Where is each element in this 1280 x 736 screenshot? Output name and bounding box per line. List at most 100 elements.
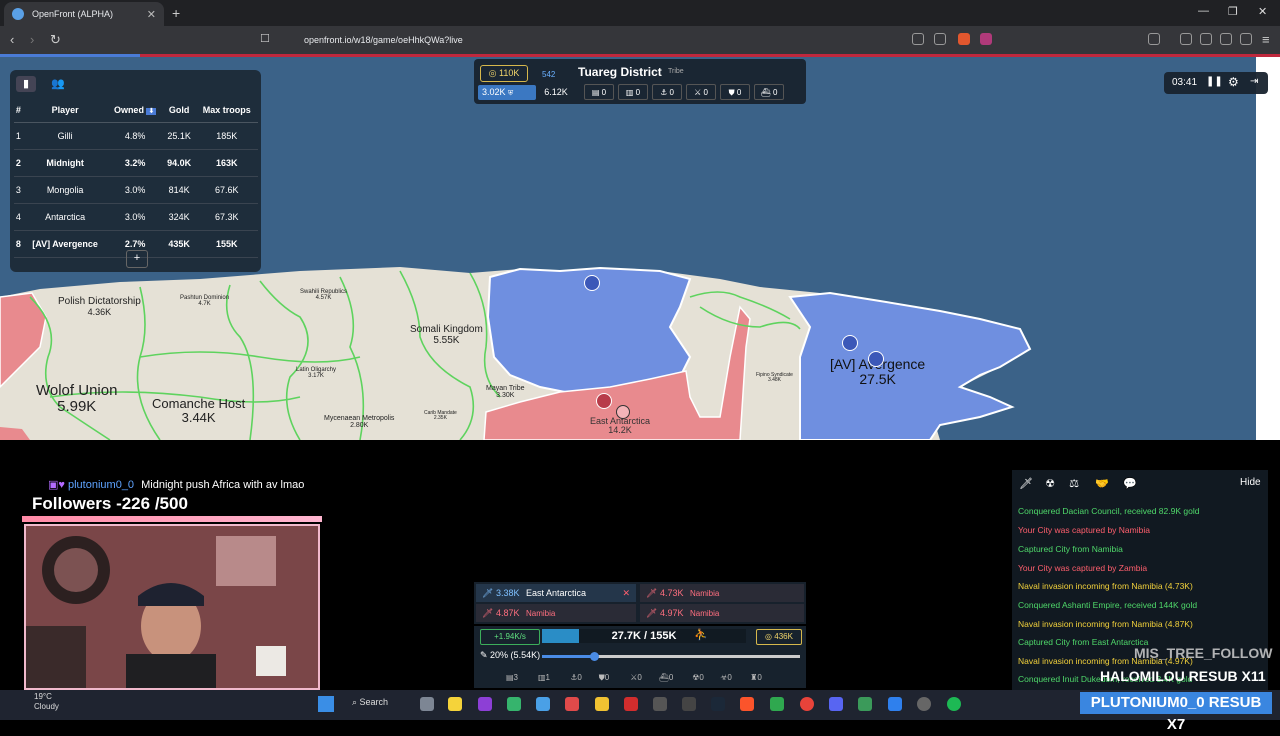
badge-icon: ▣♥ [48,479,65,491]
city-icon[interactable] [868,351,884,367]
table-row[interactable]: 3 Mongolia 3.0% 814K 67.6K [14,176,258,204]
players-icon[interactable]: 👥 [48,76,68,92]
event-item: Captured City from Namibia [1018,544,1123,554]
slider-handle[interactable] [589,652,599,661]
map-label: Carib Mandate 2.35K [424,410,457,422]
pause-icon[interactable]: ❚❚ [1206,76,1223,87]
taskbar-search[interactable]: ⌕ Search [352,697,388,708]
app-icon[interactable] [478,697,492,711]
vpn-icon[interactable] [1240,33,1252,45]
reload-icon[interactable]: ↻ [50,32,61,48]
nuke-filter-icon[interactable]: ☢ [1042,476,1058,492]
attack-ratio-slider[interactable] [542,652,800,661]
warship-count: ⛴ 0 [754,84,784,100]
outgoing-attack[interactable]: 🗡 3.38K East Antarctica ✕ [476,584,636,602]
event-item: Captured City from East Antarctica [1018,637,1149,647]
gold-count: ◎ 436K [756,629,802,645]
event-item: Conquered Ashanti Empire, received 144K … [1018,600,1198,610]
bookmark-icon[interactable]: ☐ [260,32,270,45]
build-city-button[interactable]: ▤3 [500,671,524,685]
build-nuke-button[interactable]: ☢0 [686,671,710,685]
url-field[interactable]: openfront.io/w18/game/oeHhkQWa?live [282,31,1002,49]
exit-icon[interactable]: ⇥ [1250,76,1258,87]
app-icon[interactable] [624,697,638,711]
extensions-icon[interactable] [1180,33,1192,45]
table-row[interactable]: 2 Midnight 3.2% 94.0K 163K [14,149,258,177]
table-row[interactable]: 1 Gilli 4.8% 25.1K 185K [14,122,258,150]
settings-icon[interactable]: ⚙ [1228,75,1239,89]
troop-bar: 27.7K / 155K [542,629,746,643]
build-defense-button[interactable]: ⛊0 [592,671,616,685]
forward-icon[interactable]: › [30,32,34,47]
notes-icon[interactable] [448,697,462,711]
expand-leaderboard-button[interactable]: + [126,250,148,268]
discord-icon[interactable] [829,697,843,711]
build-factory-button[interactable]: ▥1 [532,671,556,685]
attack-icon: 🗡 [482,588,494,598]
app-icon[interactable] [565,697,579,711]
build-warship-button[interactable]: ⛴0 [654,671,678,685]
build-hbomb-button[interactable]: ☣0 [714,671,738,685]
weather-widget[interactable]: 19°C Cloudy [34,692,59,712]
cast-icon[interactable] [912,33,924,45]
col-header[interactable]: Max troops [195,98,258,123]
app-icon[interactable] [536,697,550,711]
browser-tab[interactable]: OpenFront (ALPHA) ✕ [4,2,164,26]
share-icon[interactable] [934,33,946,45]
col-header[interactable]: Player [22,98,108,123]
brave-rewards-icon[interactable] [980,33,992,45]
player-info-panel: ◎ 110K 542 3.02K ⛨ 6.12K Tuareg District… [474,59,806,104]
app-icon[interactable] [682,697,696,711]
build-sam-button[interactable]: ♜0 [744,671,768,685]
build-missile-button[interactable]: ⚔0 [624,671,648,685]
brave-shield-icon[interactable] [958,33,970,45]
chrome-icon[interactable] [800,697,814,711]
incoming-attack[interactable]: 🗡 4.97K Namibia [640,604,804,622]
chat-filter-icon[interactable]: 💬 [1122,476,1138,492]
menu-icon[interactable]: ≡ [1262,32,1270,47]
steam-icon[interactable] [711,697,725,711]
downloads-icon[interactable] [1220,33,1232,45]
bar-chart-icon[interactable]: ▮ [16,76,36,92]
app-icon[interactable] [888,697,902,711]
minimize-icon[interactable]: — [1198,5,1209,17]
attack-filter-icon[interactable]: 🗡 [1018,476,1034,492]
alliance-filter-icon[interactable]: 🤝 [1094,476,1110,492]
spotify-icon[interactable] [947,697,961,711]
app-icon[interactable] [507,697,521,711]
xbox-icon[interactable] [770,697,784,711]
hide-button[interactable]: Hide [1240,477,1261,488]
file-explorer-icon[interactable] [595,697,609,711]
obs-icon[interactable] [917,697,931,711]
city-icon[interactable] [584,275,600,291]
windows-start-icon[interactable] [318,696,334,712]
task-view-icon[interactable] [420,697,434,711]
col-header[interactable]: # [14,98,23,123]
col-header[interactable]: Gold [162,98,196,123]
population-badge: 3.02K ⛨ [478,85,536,100]
back-icon[interactable]: ‹ [10,32,14,47]
port-icon[interactable] [842,335,858,351]
close-window-icon[interactable]: ✕ [1258,5,1267,18]
build-port-button[interactable]: ⚓0 [564,671,588,685]
url-text: openfront.io/w18/game/oeHhkQWa?live [304,35,463,45]
table-row[interactable]: 4 Antarctica 3.0% 324K 67.3K [14,203,258,231]
cancel-attack-icon[interactable]: ✕ [622,584,630,602]
close-tab-icon[interactable]: ✕ [147,8,156,21]
trade-filter-icon[interactable]: ⚖ [1066,476,1082,492]
incoming-attack[interactable]: 🗡 4.73K Namibia [640,584,804,602]
city-count: ▤ 0 [584,84,614,100]
event-item: Your City was captured by Namibia [1018,525,1150,535]
new-tab-icon[interactable]: + [172,5,180,21]
col-header-owned[interactable]: Owned ⬇ [107,98,163,123]
drive-icon[interactable] [858,697,872,711]
app-icon[interactable] [653,697,667,711]
sidebar-icon[interactable] [1148,33,1160,45]
city-icon[interactable] [596,393,612,409]
wallet-icon[interactable] [1200,33,1212,45]
ship-count: 542 [542,70,556,79]
maximize-icon[interactable]: ❐ [1228,5,1238,18]
brave-icon[interactable] [740,697,754,711]
gold-icon [616,405,630,419]
incoming-attack[interactable]: 🗡 4.87K Namibia [476,604,636,622]
